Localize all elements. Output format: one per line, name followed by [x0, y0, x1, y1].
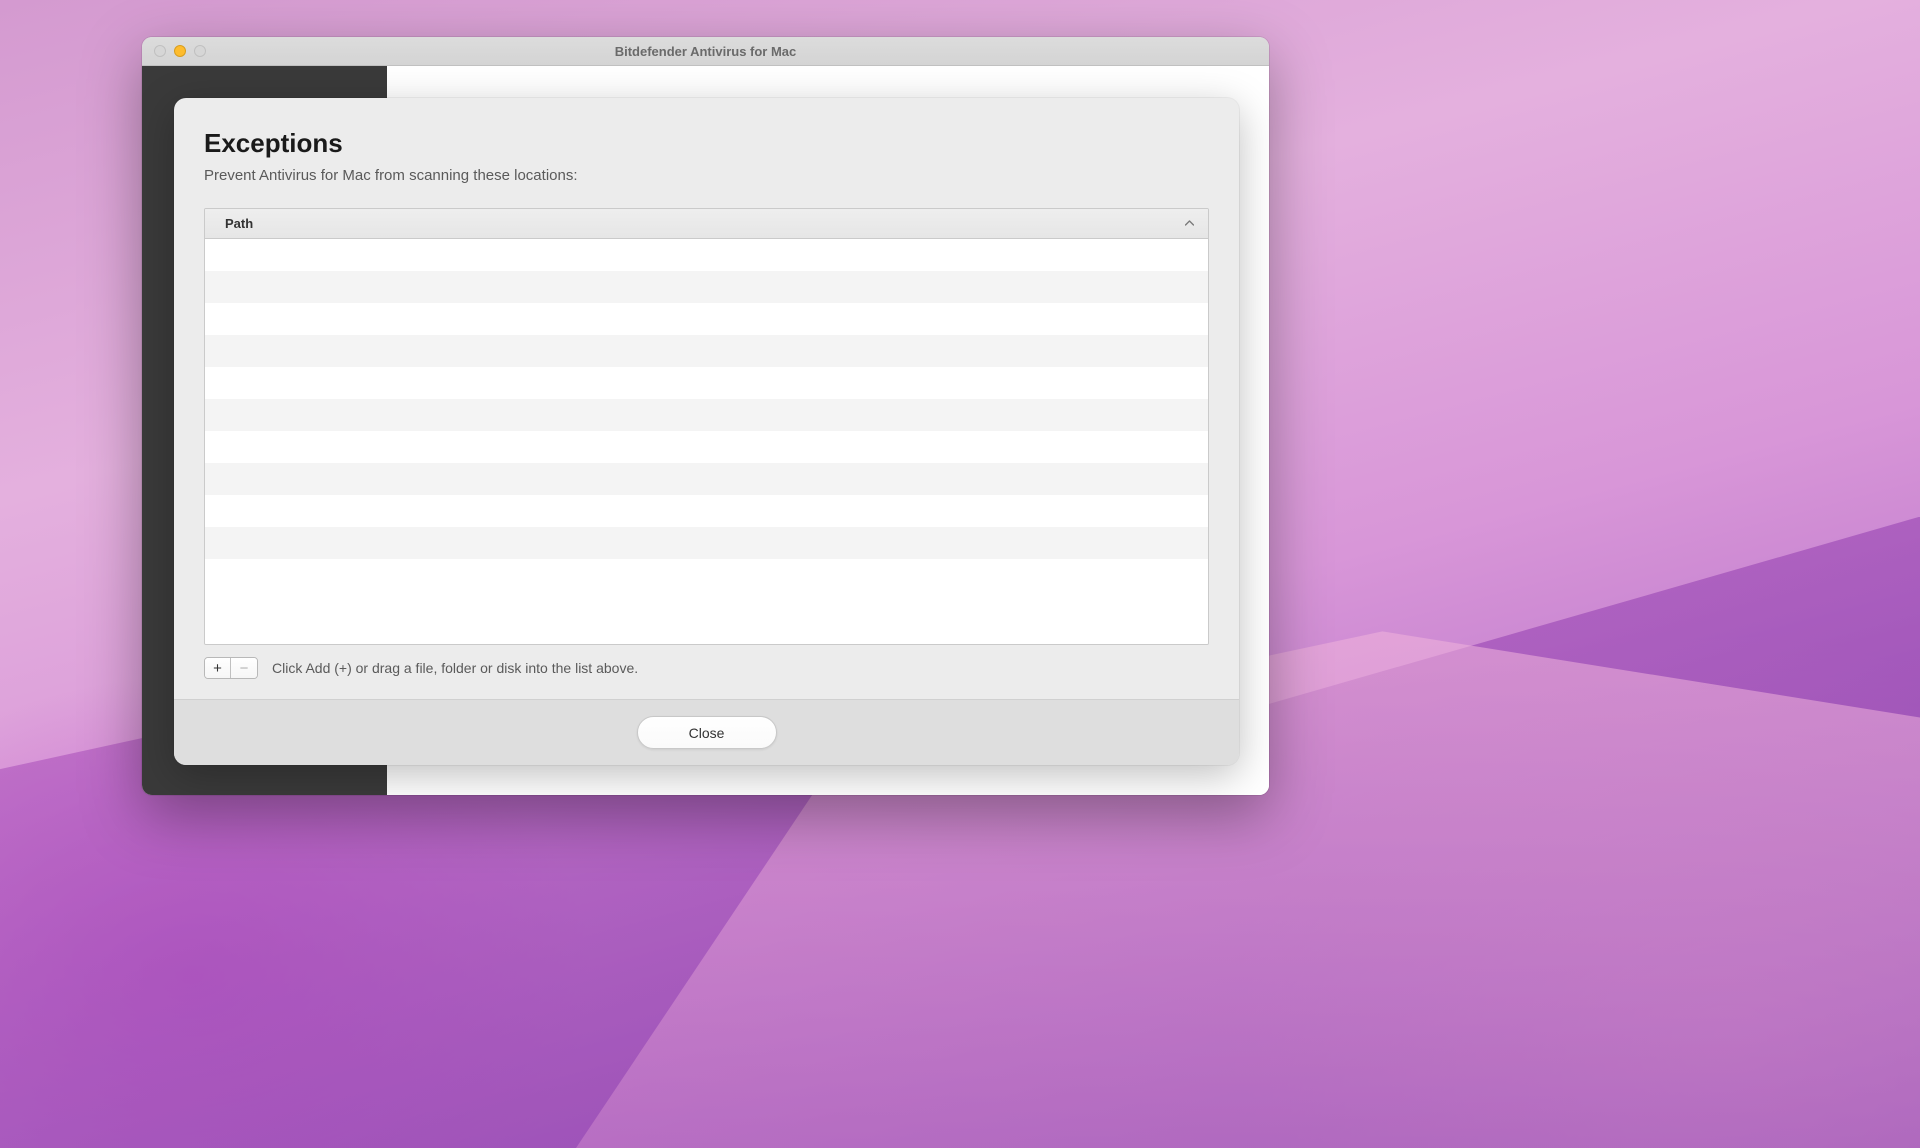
close-button[interactable]: Close [637, 716, 777, 749]
add-exception-button[interactable]: + [205, 658, 231, 678]
modal-title: Exceptions [204, 128, 1209, 159]
exceptions-modal: Exceptions Prevent Antivirus for Mac fro… [174, 98, 1239, 765]
window-minimize-button[interactable] [174, 45, 186, 57]
exceptions-table: Path [204, 208, 1209, 645]
table-row [205, 527, 1208, 559]
table-row [205, 367, 1208, 399]
remove-exception-button: − [231, 658, 257, 678]
sort-chevron-icon [1185, 218, 1194, 229]
modal-footer: Close [174, 699, 1239, 765]
controls-hint: Click Add (+) or drag a file, folder or … [272, 660, 638, 676]
add-remove-group: + − [204, 657, 258, 679]
window-body: Exceptions Prevent Antivirus for Mac fro… [142, 66, 1269, 795]
table-row [205, 239, 1208, 271]
main-window: Bitdefender Antivirus for Mac Exceptions… [142, 37, 1269, 795]
table-row [205, 399, 1208, 431]
modal-content: Exceptions Prevent Antivirus for Mac fro… [174, 98, 1239, 699]
table-row [205, 271, 1208, 303]
traffic-lights [154, 45, 206, 57]
table-row [205, 303, 1208, 335]
table-row [205, 463, 1208, 495]
table-header[interactable]: Path [205, 209, 1208, 239]
table-body[interactable] [205, 239, 1208, 644]
table-row [205, 495, 1208, 527]
window-maximize-button[interactable] [194, 45, 206, 57]
window-close-button[interactable] [154, 45, 166, 57]
column-header-path: Path [225, 216, 253, 231]
modal-subtitle: Prevent Antivirus for Mac from scanning … [204, 167, 1209, 184]
titlebar: Bitdefender Antivirus for Mac [142, 37, 1269, 66]
table-row [205, 335, 1208, 367]
table-row [205, 431, 1208, 463]
table-controls: + − Click Add (+) or drag a file, folder… [204, 657, 1209, 679]
window-title: Bitdefender Antivirus for Mac [615, 44, 797, 59]
